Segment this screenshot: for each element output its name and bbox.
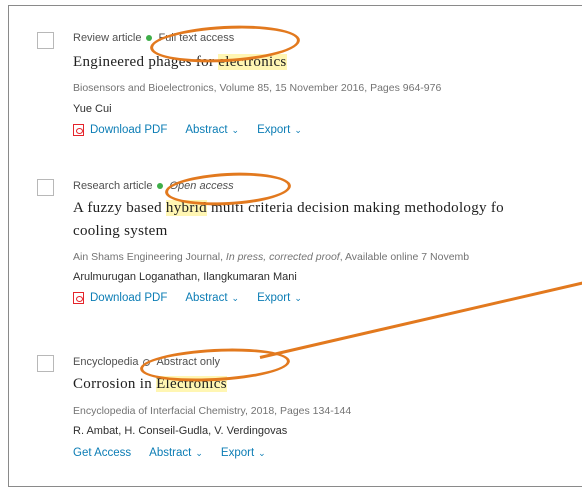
source-journal: Ain Shams Engineering Journal,	[73, 251, 226, 263]
get-access-link[interactable]: Get Access	[73, 447, 131, 459]
source-status: In press, corrected proof	[225, 251, 340, 263]
article-authors: Arulmurugan Loganathan, Ilangkumaran Man…	[73, 271, 297, 283]
export-toggle[interactable]: Export ⌄	[257, 292, 302, 304]
select-checkbox[interactable]	[37, 179, 54, 196]
source-rest: , Available online 7 Novemb	[339, 251, 470, 263]
export-label: Export	[257, 124, 291, 136]
download-pdf-link[interactable]: Download PDF	[90, 124, 167, 136]
chevron-down-icon: ⌄	[231, 125, 240, 135]
open-dot-icon	[157, 183, 164, 189]
abstract-toggle[interactable]: Abstract ⌄	[149, 447, 203, 459]
article-actions: Download PDF Abstract ⌄ Export ⌄	[73, 124, 320, 136]
chevron-down-icon: ⌄	[294, 125, 302, 135]
article-actions: Get Access Abstract ⌄ Export ⌄	[73, 447, 284, 459]
abstract-label: Abstract	[185, 124, 228, 136]
export-label: Export	[257, 292, 291, 304]
chevron-down-icon: ⌄	[195, 448, 203, 458]
download-pdf-link[interactable]: Download PDF	[90, 292, 167, 304]
export-label: Export	[220, 447, 255, 459]
export-toggle[interactable]: Export ⌄	[257, 124, 302, 136]
chevron-down-icon: ⌄	[294, 293, 302, 303]
article-type: Encyclopedia	[73, 356, 139, 368]
title-text: Corrosion in	[73, 376, 157, 392]
chevron-down-icon: ⌄	[231, 293, 240, 303]
abstract-toggle[interactable]: Abstract ⌄	[185, 124, 239, 136]
select-checkbox[interactable]	[37, 32, 54, 49]
pdf-icon	[73, 292, 84, 304]
article-authors: Yue Cui	[73, 103, 112, 115]
article-title-line2[interactable]: cooling system	[73, 223, 168, 240]
abstract-label: Abstract	[149, 447, 192, 459]
pdf-icon	[73, 124, 84, 136]
chevron-down-icon: ⌄	[258, 448, 266, 458]
article-type: Research article	[73, 180, 153, 192]
select-checkbox[interactable]	[37, 355, 54, 372]
article-source: Ain Shams Engineering Journal, In press,…	[73, 251, 469, 263]
article-actions: Download PDF Abstract ⌄ Export ⌄	[73, 292, 320, 304]
article-type: Review article	[73, 32, 142, 44]
article-authors: R. Ambat, H. Conseil-Gudla, V. Verdingov…	[73, 425, 288, 437]
article-source: Biosensors and Bioelectronics, Volume 85…	[73, 82, 442, 94]
article-title[interactable]: A fuzzy based hybrid multi criteria deci…	[73, 200, 504, 217]
title-text: A fuzzy based	[73, 200, 166, 216]
abstract-toggle[interactable]: Abstract ⌄	[185, 292, 239, 304]
abstract-label: Abstract	[185, 292, 228, 304]
open-dot-icon	[146, 35, 153, 41]
export-toggle[interactable]: Export ⌄	[221, 447, 266, 459]
article-source: Encyclopedia of Interfacial Chemistry, 2…	[73, 405, 352, 417]
